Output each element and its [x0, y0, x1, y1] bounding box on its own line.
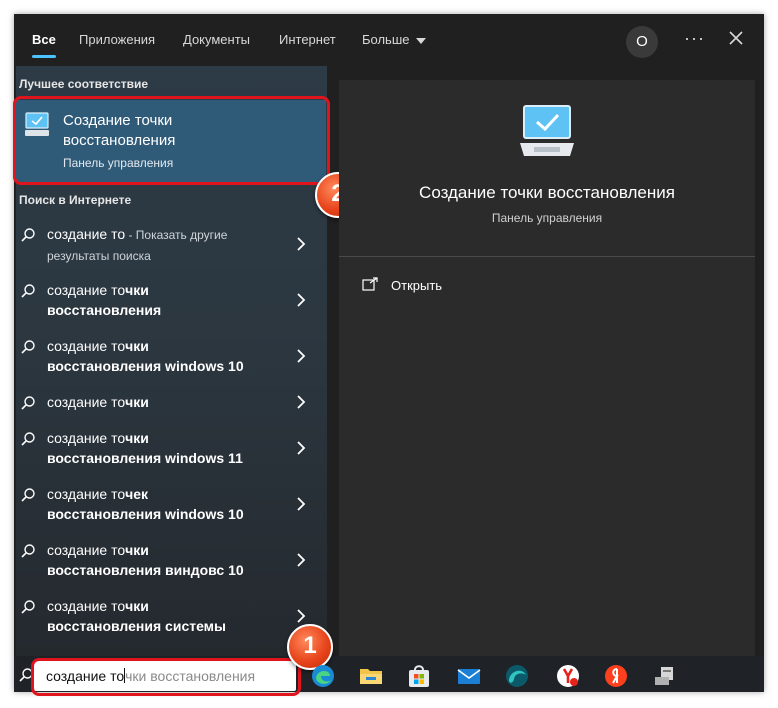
suggestion-text: создание то — [47, 486, 126, 502]
suggestion-text: создание то — [47, 430, 126, 446]
divider — [339, 256, 755, 257]
suggestion-text: создание то — [47, 542, 126, 558]
preview-title: Создание точки восстановления — [419, 183, 675, 202]
chevron-right-icon — [297, 553, 306, 567]
tab-more[interactable]: Больше — [362, 14, 426, 66]
suggestion-completion: восстановления windows 11 — [47, 450, 243, 466]
suggestion-completion: чки — [125, 338, 149, 354]
tab-apps[interactable]: Приложения — [79, 14, 155, 66]
list-item[interactable]: создание точек восстановления windows 10 — [16, 484, 327, 524]
search-icon — [21, 544, 35, 558]
preview-pane — [339, 80, 755, 656]
highlight-box-best-match — [13, 96, 330, 185]
edge-dev-icon[interactable] — [504, 663, 530, 689]
list-item[interactable]: создание то - Показать другие результаты … — [16, 224, 327, 264]
search-icon — [21, 284, 35, 298]
suggestion-completion: восстановления виндовс 10 — [47, 562, 244, 578]
tab-documents[interactable]: Документы — [183, 14, 250, 66]
suggestion-text: создание то — [47, 394, 126, 410]
tab-web[interactable]: Интернет — [279, 14, 336, 66]
suggestion-completion: чек — [125, 486, 149, 502]
chevron-right-icon — [297, 441, 306, 455]
chevron-right-icon — [297, 237, 306, 251]
suggestion-completion: восстановления windows 10 — [47, 358, 244, 374]
search-icon — [21, 340, 35, 354]
close-icon[interactable] — [722, 24, 750, 52]
suggestion-text: создание то — [47, 282, 126, 298]
open-icon — [362, 277, 378, 291]
suggestion-completion: чки — [125, 282, 149, 298]
search-icon — [21, 432, 35, 446]
yandex-browser-icon[interactable] — [555, 663, 581, 689]
computer-restore-icon — [520, 105, 574, 156]
highlight-box-search — [31, 658, 301, 696]
web-search-heading: Поиск в Интернете — [19, 193, 132, 207]
tab-all[interactable]: Все — [32, 14, 56, 66]
list-item[interactable]: создание точки — [16, 392, 327, 412]
list-item[interactable]: создание точки восстановления системы — [16, 596, 327, 636]
list-item[interactable]: создание точки восстановления windows 11 — [16, 428, 327, 468]
search-icon — [21, 600, 35, 614]
best-match-heading: Лучшее соответствие — [19, 77, 149, 91]
network-device-icon[interactable] — [652, 663, 678, 689]
search-icon — [21, 488, 35, 502]
suggestion-completion: восстановления — [47, 302, 162, 318]
suggestion-hint: - Показать другие — [125, 228, 228, 242]
suggestion-completion: восстановления windows 10 — [47, 506, 244, 522]
suggestion-completion: чки — [125, 430, 149, 446]
suggestion-text: создание то — [47, 598, 126, 614]
suggestion-completion: чки — [125, 598, 149, 614]
search-icon — [21, 228, 35, 242]
suggestion-completion: чки — [125, 394, 149, 410]
chevron-right-icon — [297, 293, 306, 307]
more-options-icon[interactable]: ··· — [684, 28, 705, 49]
list-item[interactable]: создание точки восстановления виндовс 10 — [16, 540, 327, 580]
microsoft-store-icon[interactable] — [406, 663, 432, 689]
chevron-down-icon — [415, 37, 426, 44]
file-explorer-icon[interactable] — [358, 663, 384, 689]
avatar[interactable]: O — [626, 26, 658, 58]
open-action[interactable]: Открыть — [391, 278, 442, 293]
suggestion-text: создание то — [47, 226, 126, 242]
yandex-icon[interactable] — [603, 663, 629, 689]
preview-subtitle: Панель управления — [491, 211, 603, 225]
search-icon — [21, 396, 35, 410]
suggestion-completion: чки — [125, 542, 149, 558]
chevron-right-icon — [297, 609, 306, 623]
edge-icon[interactable] — [310, 663, 336, 689]
chevron-right-icon — [297, 497, 306, 511]
mail-icon[interactable] — [456, 663, 482, 689]
chevron-right-icon — [297, 349, 306, 363]
list-item[interactable]: создание точки восстановления — [16, 280, 327, 320]
suggestion-completion: восстановления системы — [47, 618, 226, 634]
chevron-right-icon — [297, 395, 306, 409]
suggestion-text: создание то — [47, 338, 126, 354]
suggestion-hint: результаты поиска — [47, 249, 151, 263]
list-item[interactable]: создание точки восстановления windows 10 — [16, 336, 327, 376]
